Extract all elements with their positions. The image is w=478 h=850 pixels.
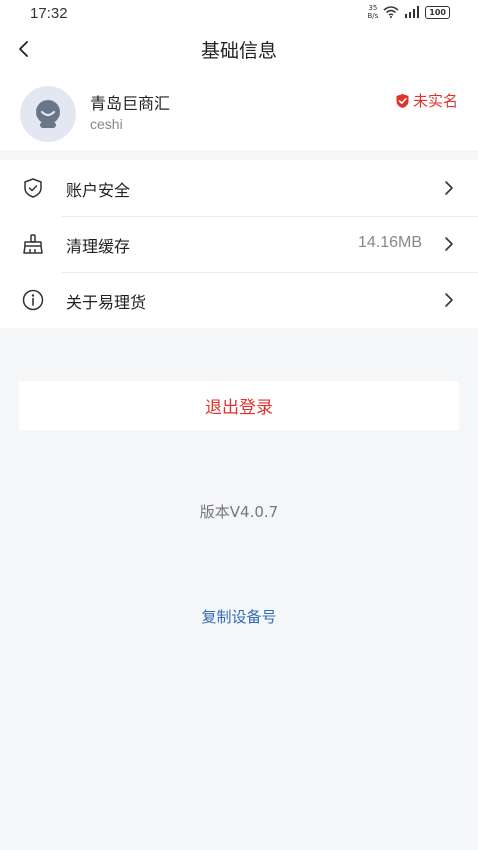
wifi-icon xyxy=(383,6,399,18)
shield-icon xyxy=(24,178,42,198)
menu-item-label: 关于易理货 xyxy=(66,293,147,312)
status-time: 17:32 xyxy=(30,5,68,22)
logout-button[interactable]: 退出登录 xyxy=(19,381,459,430)
network-speed: 35 B/s xyxy=(367,4,378,20)
default-avatar-icon xyxy=(36,100,60,128)
app-version: 版本V4.0.7 xyxy=(199,503,279,521)
profile-name: 青岛巨商汇 xyxy=(90,94,171,113)
network-speed-unit: B/s xyxy=(367,12,379,20)
page-title: 基础信息 xyxy=(200,40,277,62)
menu-item-clear-cache[interactable]: 清理缓存 14.16MB xyxy=(0,216,478,272)
status-bar: 17:32 35 B/s 100 xyxy=(0,0,478,26)
network-speed-value: 35 xyxy=(368,4,378,12)
menu-item-account-security[interactable]: 账户安全 xyxy=(0,160,478,216)
status-icons: 35 B/s 100 xyxy=(367,4,450,20)
info-icon xyxy=(22,289,44,311)
menu-item-label: 账户安全 xyxy=(66,181,131,200)
chevron-right-icon xyxy=(445,293,453,307)
signal-icon xyxy=(405,6,420,18)
verify-status[interactable]: 未实名 xyxy=(395,90,458,111)
chevron-right-icon xyxy=(445,237,453,251)
shield-check-icon xyxy=(396,93,409,108)
profile-card[interactable]: 青岛巨商汇 ceshi 未实名 xyxy=(0,74,478,150)
nav-bar: 基础信息 xyxy=(0,26,478,74)
avatar[interactable] xyxy=(20,86,76,142)
verify-status-label: 未实名 xyxy=(412,92,458,110)
settings-menu: 账户安全 清理缓存 14.16MB 关于易理货 xyxy=(0,160,478,328)
menu-item-label: 清理缓存 xyxy=(66,237,131,256)
header-area: 17:32 35 B/s 100 基础信息 青岛巨商汇 ceshi 未实名 xyxy=(0,0,478,150)
chevron-right-icon xyxy=(445,181,453,195)
copy-device-id-link[interactable]: 复制设备号 xyxy=(0,606,478,627)
cache-size-value: 14.16MB xyxy=(357,234,422,251)
menu-item-about[interactable]: 关于易理货 xyxy=(0,272,478,328)
profile-username: ceshi xyxy=(90,116,123,132)
battery-icon: 100 xyxy=(425,5,450,19)
broom-icon xyxy=(23,234,43,254)
